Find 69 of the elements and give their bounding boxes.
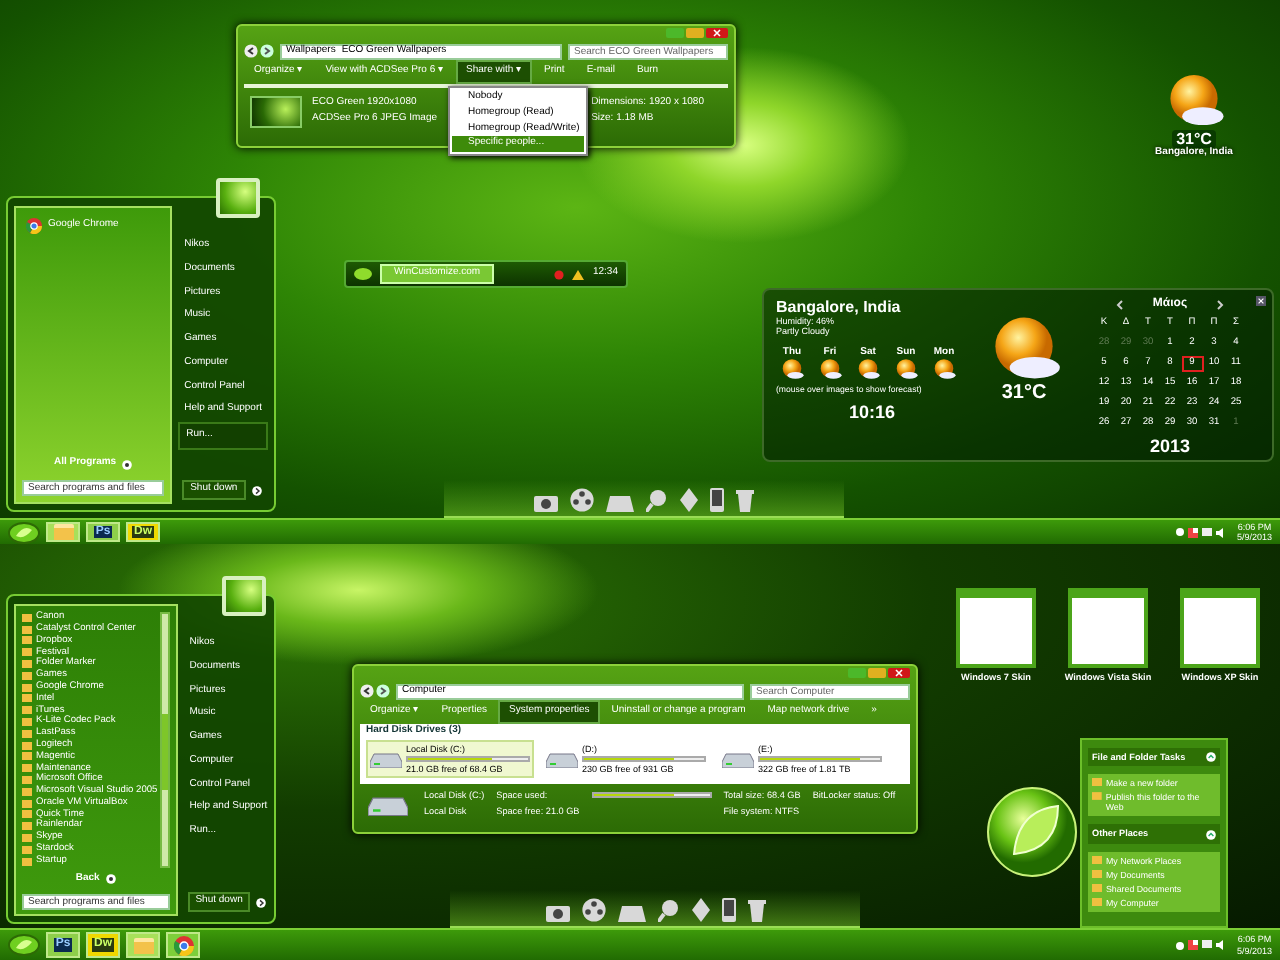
magnifier-icon[interactable] [657,898,679,922]
trash-can-icon[interactable] [736,488,754,512]
start-orb-button[interactable] [8,521,40,543]
speaker-icon[interactable] [1216,527,1227,537]
record-icon[interactable] [554,269,565,279]
window-preview[interactable] [1068,588,1148,668]
sun-cloud-icon[interactable] [780,358,804,381]
close-button[interactable] [888,668,910,678]
folder-icon [133,937,153,953]
scroll-thumb[interactable] [161,714,168,790]
hard-drive-icon [722,748,754,769]
sun-cloud-icon[interactable] [818,358,842,381]
collapse-icon[interactable] [1206,752,1216,763]
back-button[interactable] [244,44,258,58]
camera-icon[interactable] [545,902,569,922]
flag-icon[interactable] [1188,527,1199,537]
close-icon[interactable] [1256,296,1266,306]
collapse-icon[interactable] [1206,829,1216,840]
temperature: 31°C [1172,130,1216,149]
sun-cloud-icon [1164,72,1224,128]
window-preview[interactable] [1180,588,1260,668]
keyboard-icon[interactable] [606,496,634,512]
options-arrow-icon[interactable] [251,485,262,496]
forward-button[interactable] [376,684,390,698]
back-button[interactable] [360,684,374,698]
scrollbar[interactable] [159,612,170,868]
arrow-circle-icon [122,459,133,470]
trash-can-icon[interactable] [747,898,765,922]
keyboard-icon[interactable] [617,906,645,922]
window-preview[interactable] [956,588,1036,668]
forward-button[interactable] [260,44,274,58]
user-picture-tile[interactable] [221,576,266,616]
diamond-icon[interactable] [691,898,709,922]
film-reel-icon[interactable] [570,488,594,512]
taskbar-app-button[interactable] [166,931,200,959]
camera-icon[interactable] [534,492,558,512]
taskbar-app-button[interactable] [126,931,160,959]
start-orb-button[interactable] [8,934,40,956]
clock-time: 10:16 [846,402,898,424]
phone-icon[interactable] [710,488,724,512]
sun-cloud-icon[interactable] [856,358,880,381]
arrow-circle-icon [105,873,116,884]
leaf-orb-icon [986,786,1078,878]
taskbar-app-button[interactable] [46,521,80,543]
folder-icon [53,523,73,540]
chrome-icon[interactable] [26,218,42,234]
hard-drive-icon [370,748,402,769]
year: 2013 [1149,435,1191,457]
next-month-icon[interactable] [1215,299,1224,310]
close-button[interactable] [706,28,728,38]
city-name: Bangalore, India [776,298,903,317]
sun-cloud-icon[interactable] [932,358,956,381]
film-reel-icon[interactable] [581,898,605,922]
sun-cloud-icon[interactable] [894,358,918,381]
image-thumbnail [250,96,302,128]
network-icon[interactable] [1202,527,1213,537]
hard-drive-icon [546,748,578,769]
warning-icon[interactable] [572,269,585,279]
flag-icon[interactable] [1188,940,1199,950]
network-icon[interactable] [1202,940,1213,950]
diamond-icon[interactable] [680,488,698,512]
magnifier-icon[interactable] [646,488,668,512]
user-picture-tile[interactable] [216,178,260,218]
options-arrow-icon[interactable] [256,897,267,908]
speaker-icon[interactable] [1216,940,1227,950]
previous-month-icon[interactable] [1116,299,1125,310]
chrome-icon [173,935,193,955]
temperature: 31°C [1001,382,1047,405]
leaf-icon [354,268,372,280]
